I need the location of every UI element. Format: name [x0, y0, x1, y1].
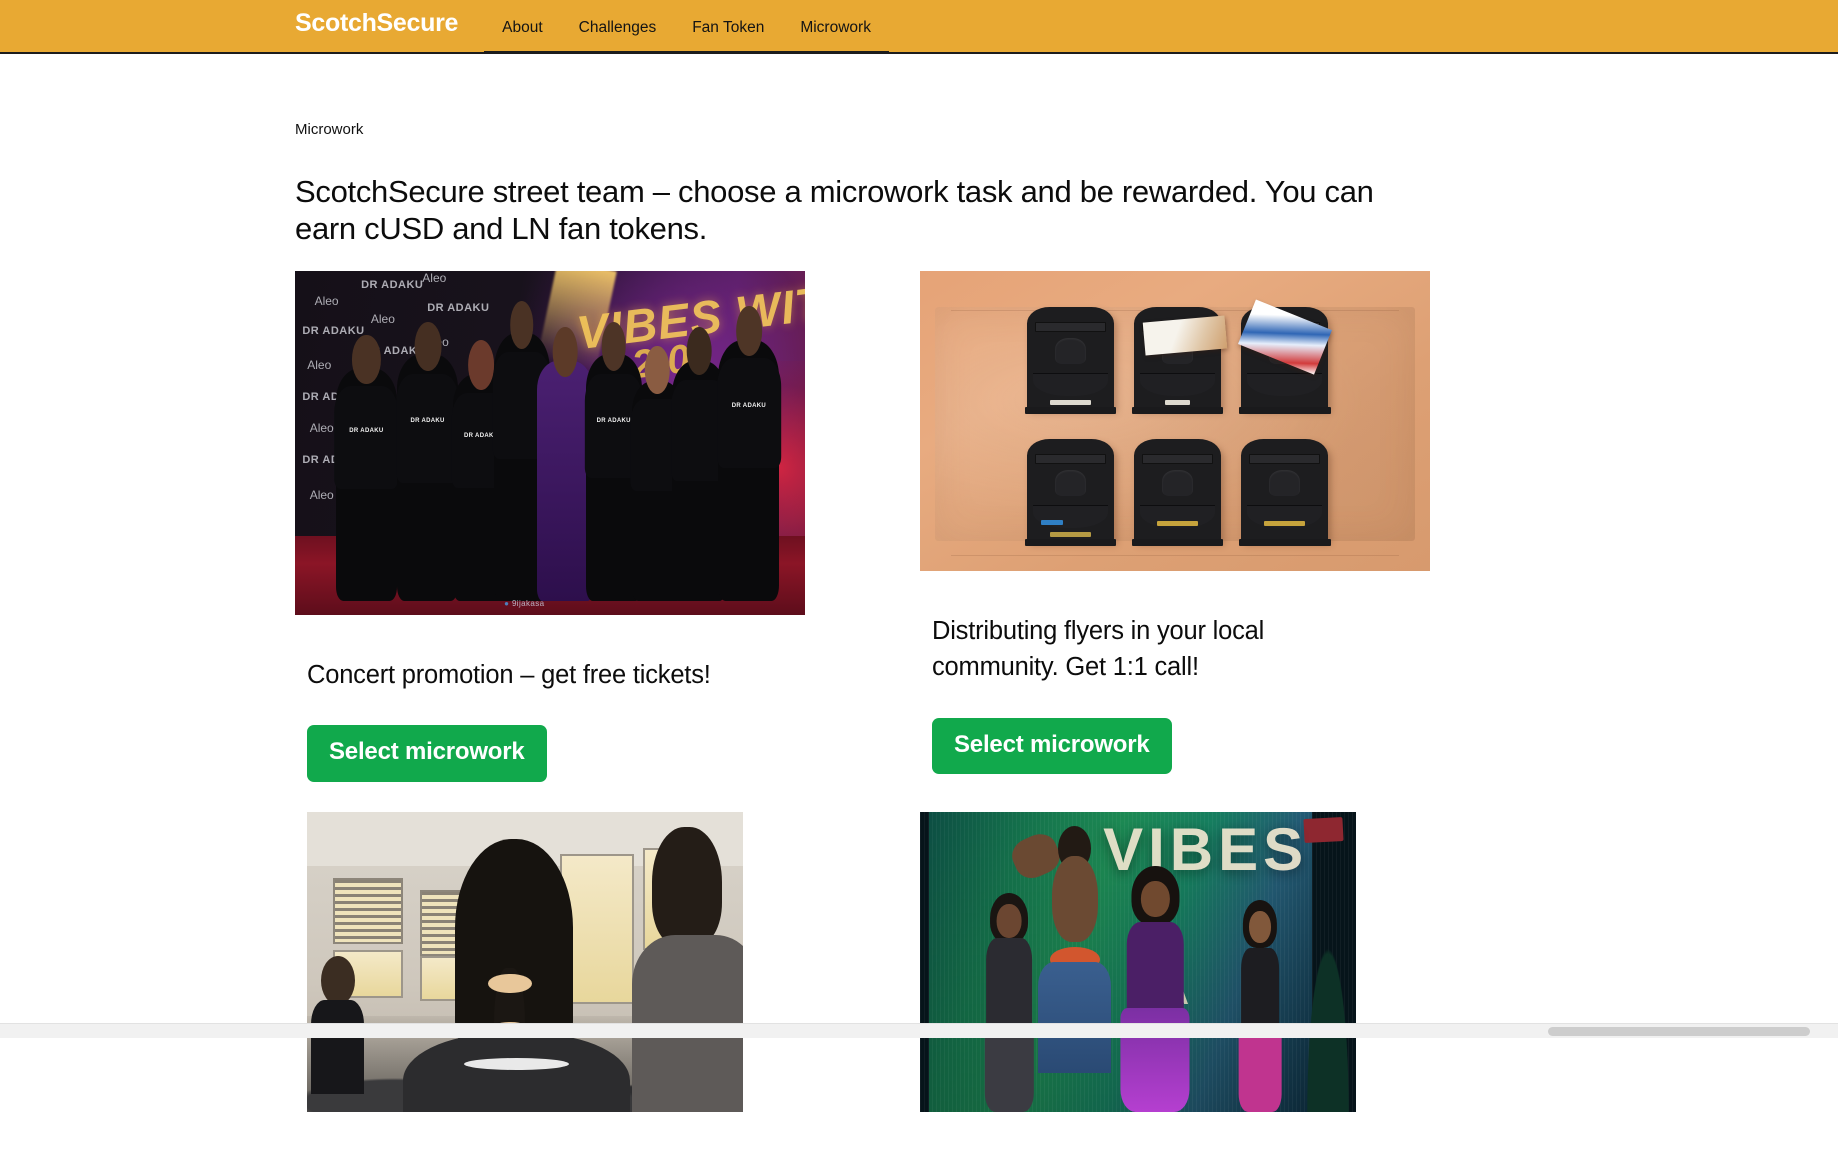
breadcrumb: Microwork — [295, 121, 364, 138]
nav-item-microwork[interactable]: Microwork — [782, 0, 889, 54]
team-member: DR ADAKU — [395, 321, 460, 602]
card-action-row-flyers: Select microwork — [932, 717, 1430, 774]
microwork-card-grid-row-2: VIBES DA — [295, 811, 1435, 1154]
mailbox — [1131, 439, 1224, 547]
person-center-shoulders — [402, 1033, 630, 1112]
microwork-card-stage: VIBES DA — [920, 811, 1430, 1154]
palm-tree — [1303, 925, 1352, 1112]
nav-item-fan-token[interactable]: Fan Token — [674, 0, 783, 54]
dancer — [977, 884, 1042, 1112]
concert-promotion-image: VIBES WITH 2.0 Aleo DR ADAKU Aleo DR ADA… — [295, 271, 805, 616]
person-center-collar — [463, 1057, 569, 1070]
microwork-card-flyers: Distributing flyers in your local commun… — [920, 271, 1430, 782]
team-member: DR ADAKU — [334, 334, 399, 602]
select-microwork-button-concert[interactable]: Select microwork — [307, 725, 547, 782]
microwork-card-grid-row-1: VIBES WITH 2.0 Aleo DR ADAKU Aleo DR ADA… — [295, 271, 1435, 782]
microwork-card-concert: VIBES WITH 2.0 Aleo DR ADAKU Aleo DR ADA… — [295, 271, 805, 782]
horizontal-scrollbar-thumb[interactable] — [1548, 1027, 1810, 1036]
brand-logo[interactable]: ScotchSecure — [295, 11, 458, 52]
select-microwork-button-flyers[interactable]: Select microwork — [932, 717, 1172, 774]
page-content: Microwork ScotchSecure street team – cho… — [0, 54, 1838, 1154]
flyer-distribution-image — [920, 271, 1430, 572]
window-blind — [333, 877, 403, 944]
horizontal-scrollbar[interactable] — [0, 1023, 1838, 1038]
card-title-flyers: Distributing flyers in your local commun… — [932, 617, 1265, 682]
stage-dancers-image: VIBES DA — [920, 811, 1356, 1112]
classroom-outreach-image — [307, 811, 743, 1112]
hair-tie — [487, 973, 532, 994]
photo-watermark: ● 9ijakasa — [504, 599, 545, 609]
page-title: ScotchSecure street team – choose a micr… — [295, 174, 1374, 246]
nav-inner: ScotchSecure About Challenges Fan Token … — [0, 0, 889, 54]
wall-seam — [950, 555, 1400, 557]
stage-rail — [1303, 816, 1344, 843]
person-right — [631, 826, 743, 1112]
mailbox — [1024, 439, 1117, 547]
dancer — [1230, 896, 1291, 1112]
microwork-card-classroom — [295, 811, 805, 1154]
card-title-concert: Concert promotion – get free tickets! — [307, 661, 711, 690]
mailbox — [1024, 307, 1117, 415]
dancer — [1116, 865, 1194, 1112]
card-action-row-concert: Select microwork — [307, 725, 805, 782]
mailbox — [1238, 439, 1331, 547]
nav-item-about[interactable]: About — [484, 0, 561, 54]
team-member: DR ADAKU — [717, 305, 781, 602]
top-navigation-bar: ScotchSecure About Challenges Fan Token … — [0, 0, 1838, 54]
nav-links: About Challenges Fan Token Microwork — [484, 0, 889, 54]
nav-item-challenges[interactable]: Challenges — [560, 0, 675, 54]
